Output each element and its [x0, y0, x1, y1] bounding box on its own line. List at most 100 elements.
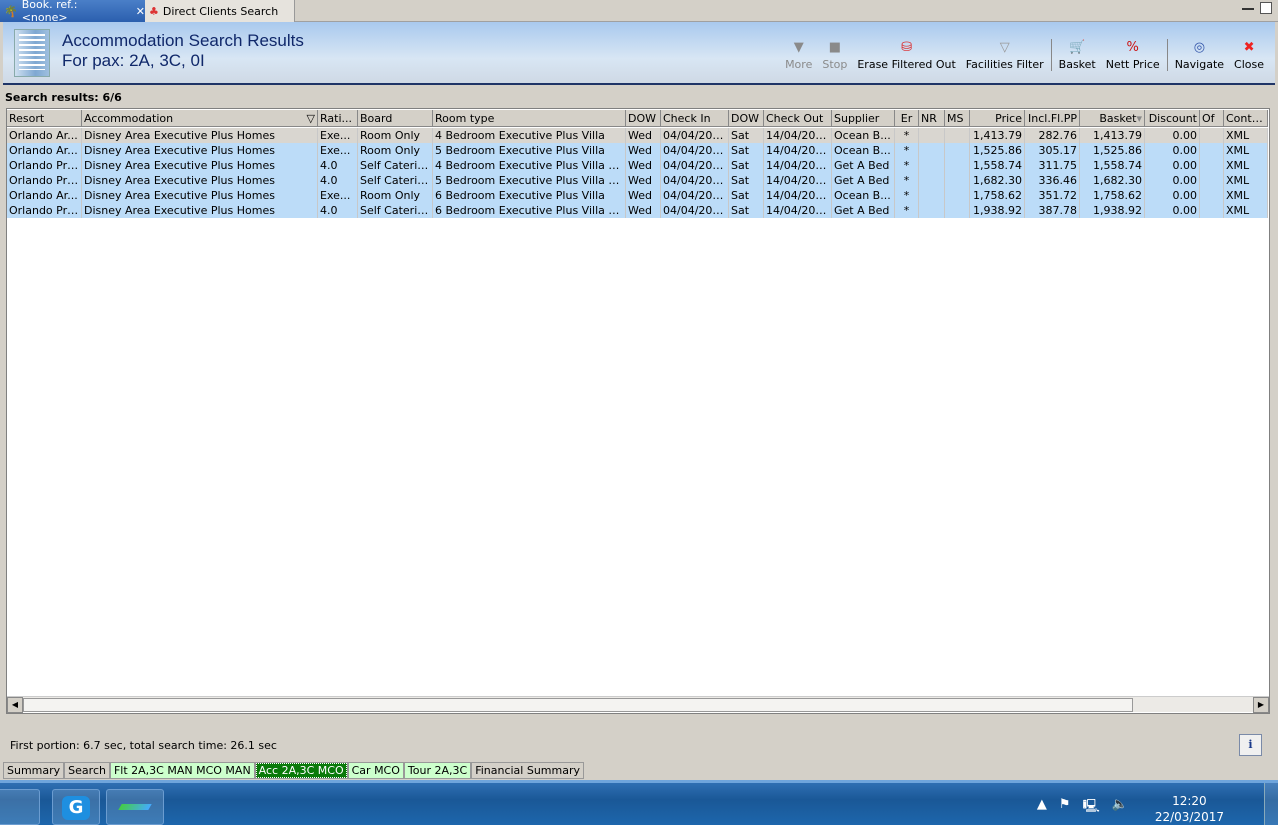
cell-price: 1,682.30 [970, 173, 1025, 188]
cell-incl-fl-pp: 282.76 [1025, 128, 1080, 143]
cell-nr [919, 203, 945, 218]
show-desktop-button[interactable] [1264, 783, 1278, 825]
column-header-room-type[interactable]: Room type [433, 110, 626, 127]
search-time-status: First portion: 6.7 sec, total search tim… [10, 739, 277, 752]
cell-ms [945, 203, 970, 218]
cell-room-type: 6 Bedroom Executive Plus Villa With ... [435, 203, 626, 218]
label: Erase Filtered Out [857, 58, 956, 71]
close-button[interactable]: ✖ Close [1229, 40, 1269, 71]
clock[interactable]: 12:20 22/03/2017 [1155, 793, 1224, 825]
table-row[interactable]: Orlando Pri... Disney Area Executive Plus… [7, 173, 1268, 188]
column-header-nr[interactable]: NR [919, 110, 945, 127]
table-header-row[interactable]: Resort Accommodation ▽ Rati... Board Room typ… [7, 110, 1268, 127]
compass-icon: ◎ [1193, 40, 1206, 55]
hotel-building-icon [14, 29, 50, 77]
column-header-check-out[interactable]: Check Out [764, 110, 832, 127]
cell-room-type: 6 Bedroom Executive Plus Villa [433, 188, 626, 203]
close-tab-icon[interactable]: ✕ [136, 5, 145, 18]
column-header-rati[interactable]: Rati... [318, 110, 358, 127]
bottom-tab-acc-2a-3c-mco[interactable]: Acc 2A,3C MCO [254, 762, 348, 779]
app-g-icon[interactable]: G [52, 789, 100, 825]
cell-price: 1,758.62 [970, 188, 1025, 203]
cell-dow: Wed [626, 143, 661, 158]
tab-label: Direct Clients Search [162, 4, 279, 18]
cell-supplier: Ocean B... [832, 143, 895, 158]
cell-board: Room Only [358, 128, 433, 143]
navigate-button[interactable]: ◎ Navigate [1170, 40, 1229, 71]
scroll-right-arrow-icon[interactable]: ▶ [1253, 697, 1269, 713]
cell-check-in: 04/04/2018 [661, 173, 729, 188]
cell-board: Self Catering [360, 173, 433, 188]
tab-booking[interactable]: 🌴 Book. ref.: <none> ✕ [0, 0, 145, 24]
bottom-tab-summary[interactable]: Summary [3, 762, 65, 779]
cell-contract: XML [1224, 203, 1268, 218]
bottom-tab-car-mco[interactable]: Car MCO [347, 762, 404, 779]
cell-room-type: 5 Bedroom Executive Plus Villa [433, 143, 626, 158]
label: Basket [1058, 58, 1096, 71]
scrollbar-thumb[interactable] [23, 698, 1133, 712]
document-tab-bar: 🌴 Book. ref.: <none> ✕ ♣ Direct Clients … [0, 0, 1278, 24]
network-icon[interactable]: 🖳 [1082, 797, 1099, 819]
column-header-price[interactable]: Price [970, 110, 1025, 127]
maximize-button[interactable] [1260, 2, 1272, 14]
table-row[interactable]: Orlando Ar... Disney Area Executive Plus … [7, 128, 1268, 143]
cell-basket: 1,558.74 [1080, 158, 1145, 173]
erase-filtered-out-button[interactable]: ⛁ Erase Filtered Out [852, 40, 960, 71]
bottom-tab-search[interactable]: Search [64, 762, 110, 779]
column-header-supplier[interactable]: Supplier [832, 110, 895, 127]
column-header-resort[interactable]: Resort [7, 110, 82, 127]
app-layers-icon[interactable] [106, 789, 164, 825]
cell-incl-fl-pp: 351.72 [1025, 188, 1080, 203]
windows-taskbar: G ▲ ⚑ 🖳 🔈 12:20 22/03/2017 [0, 780, 1278, 825]
remote-desktop-icon[interactable] [0, 789, 40, 825]
stop-button[interactable]: ■ Stop [817, 40, 852, 71]
cell-of [1200, 128, 1224, 143]
column-header-basket[interactable]: Basket▾ [1080, 110, 1145, 127]
volume-icon[interactable]: 🔈 [1112, 797, 1128, 819]
filter-funnel-icon[interactable]: ▽ [307, 110, 315, 126]
cell-resort: Orlando Ar... [7, 143, 82, 158]
time: 12:20 [1172, 794, 1207, 808]
basket-button[interactable]: 🛒 Basket [1054, 40, 1101, 71]
info-button[interactable]: i [1239, 734, 1262, 756]
page-title: Accommodation Search Results For pax: 2A… [62, 31, 304, 71]
cell-contract: XML [1224, 143, 1268, 158]
column-header-board[interactable]: Board [358, 110, 433, 127]
table-row[interactable]: Orlando Ar... Disney Area Executive Plus … [7, 188, 1268, 203]
scroll-left-arrow-icon[interactable]: ◀ [7, 697, 23, 713]
cell-dow: Sat [729, 158, 764, 173]
column-header-dow[interactable]: DOW [626, 110, 661, 127]
more-button[interactable]: ▼ More [780, 40, 817, 71]
horizontal-scrollbar[interactable]: ◀ ▶ [7, 696, 1269, 713]
column-header-accommodation[interactable]: Accommodation ▽ [82, 110, 318, 127]
column-header-of[interactable]: Of [1200, 110, 1224, 127]
nett-price-button[interactable]: % Nett Price [1101, 40, 1165, 71]
cell-check-in: 04/04/2018 [661, 143, 729, 158]
cell-supplier: Get A Bed [832, 173, 895, 188]
column-header-incl-fl-pp[interactable]: Incl.Fl.PP [1025, 110, 1080, 127]
bottom-tab-financial-summary[interactable]: Financial Summary [471, 762, 585, 779]
cell-ms [945, 173, 970, 188]
column-header-er[interactable]: Er [895, 110, 919, 127]
column-header-check-in[interactable]: Check In [661, 110, 729, 127]
table-row[interactable]: Orlando Ar... Disney Area Executive Plus … [7, 143, 1268, 158]
bottom-tab-tour-2a-3c[interactable]: Tour 2A,3C [403, 762, 472, 779]
show-hidden-icons-icon[interactable]: ▲ [1037, 797, 1047, 819]
action-center-flag-icon[interactable]: ⚑ [1059, 797, 1071, 819]
cell-rati: Exe... [318, 128, 358, 143]
table-row[interactable]: Orlando Pri... Disney Area Executive Plus… [7, 203, 1268, 218]
cell-price: 1,413.79 [970, 128, 1025, 143]
table-row[interactable]: Orlando Pri... Disney Area Executive Plus… [7, 158, 1268, 173]
cell-of [1200, 188, 1224, 203]
minimize-button[interactable] [1242, 2, 1254, 10]
cell-accommodation: Disney Area Executive Plus Homes [82, 203, 318, 218]
tab-direct-clients-search[interactable]: ♣ Direct Clients Search [145, 0, 295, 22]
column-header-ms[interactable]: MS [945, 110, 970, 127]
basket-icon: 🛒 [1069, 40, 1086, 55]
column-header-dow[interactable]: DOW [729, 110, 764, 127]
cell-accommodation: Disney Area Executive Plus Homes [82, 188, 318, 203]
column-header-discount[interactable]: Discount [1145, 110, 1200, 127]
facilities-filter-button[interactable]: ▽ Facilities Filter [961, 40, 1049, 71]
bottom-tab-flt-2a-3c-man-mco-man[interactable]: Flt 2A,3C MAN MCO MAN [109, 762, 255, 779]
column-header-contract[interactable]: Contract [1224, 110, 1268, 127]
